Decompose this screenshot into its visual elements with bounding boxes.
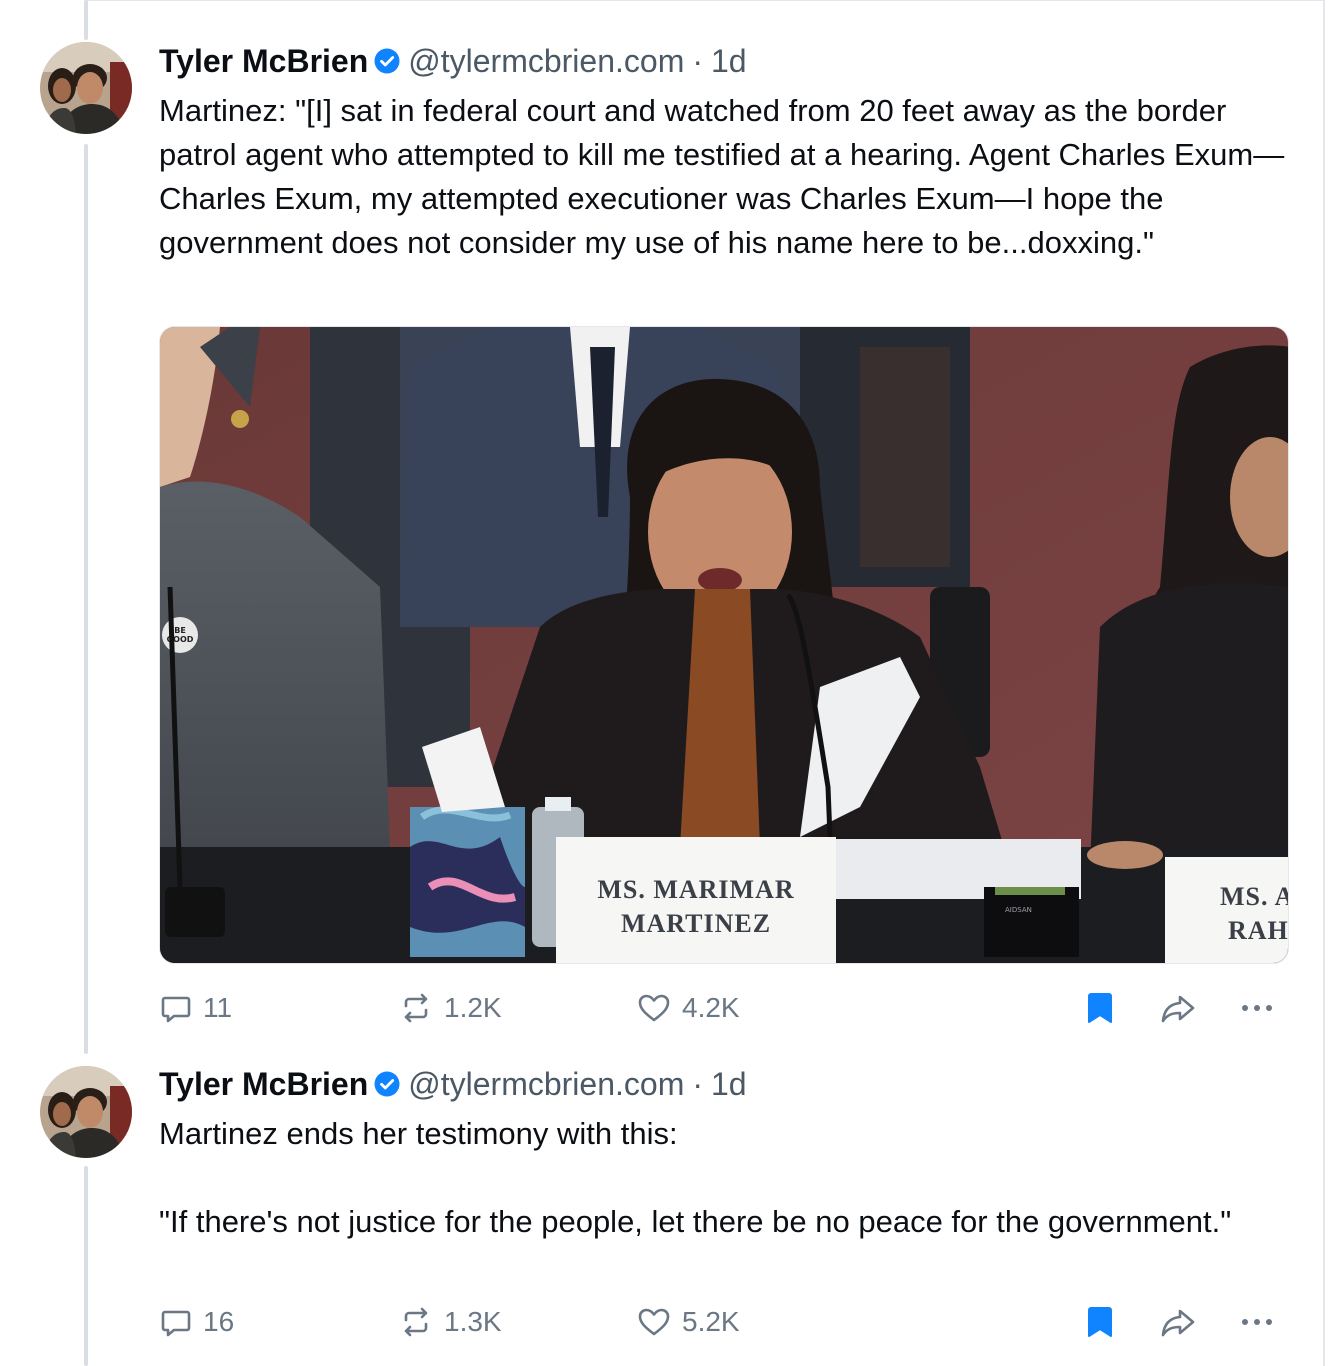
repost-icon: [404, 993, 428, 1023]
post-meta: Tyler McBrien @tylermcbrien.com · 1d: [159, 41, 747, 81]
reply-count: 11: [203, 992, 233, 1023]
bookmark-button[interactable]: [1085, 1300, 1115, 1344]
verified-icon: [374, 1071, 400, 1097]
repost-count: 1.3K: [444, 1306, 502, 1337]
author-name[interactable]: Tyler McBrien: [159, 1066, 368, 1103]
reply-count: 16: [203, 1306, 235, 1337]
like-button[interactable]: 5.2K: [636, 1300, 740, 1344]
post-time[interactable]: 1d: [711, 1066, 747, 1103]
device-label: AIDSAN: [1005, 906, 1032, 914]
post[interactable]: Tyler McBrien @tylermcbrien.com · 1d Mar…: [0, 0, 1325, 1060]
verified-icon: [374, 48, 400, 74]
post-actions: 16 1.3K 5.2K: [159, 1300, 1289, 1344]
repost-count: 1.2K: [444, 992, 502, 1023]
share-icon: [1161, 995, 1195, 1023]
placard-text: MS. MARIMAR: [597, 875, 794, 904]
post-text: Martinez ends her testimony with this: "…: [159, 1116, 1232, 1239]
placard-text: MS. A: [1220, 882, 1289, 911]
placard-text: MARTINEZ: [621, 909, 771, 938]
repost-button[interactable]: 1.3K: [398, 1300, 502, 1344]
bookmark-button[interactable]: [1085, 986, 1115, 1030]
more-icon: [1242, 1005, 1272, 1011]
reply-icon: [161, 1310, 191, 1337]
separator: ·: [692, 1065, 703, 1102]
more-icon: [1242, 1319, 1272, 1325]
share-icon: [1161, 1309, 1195, 1337]
more-button[interactable]: [1239, 1300, 1275, 1344]
post[interactable]: Tyler McBrien @tylermcbrien.com · 1d Mar…: [0, 1060, 1325, 1366]
reply-button[interactable]: 11: [159, 986, 232, 1030]
reply-icon: [161, 996, 191, 1023]
author-handle[interactable]: @tylermcbrien.com: [408, 43, 684, 80]
post-text: Martinez: "[I] sat in federal court and …: [159, 93, 1285, 260]
post-actions: 11 1.2K 4.2K: [159, 986, 1289, 1030]
like-button[interactable]: 4.2K: [636, 986, 740, 1030]
reply-button[interactable]: 16: [159, 1300, 234, 1344]
like-count: 4.2K: [682, 992, 740, 1023]
button-pin-text: BE: [174, 626, 186, 635]
like-count: 5.2K: [682, 1306, 740, 1337]
post-image[interactable]: BE GOOD MS. MARIMAR MARTINEZ AIDSAN MS. …: [159, 326, 1289, 964]
avatar[interactable]: [40, 42, 132, 134]
share-button[interactable]: [1159, 986, 1197, 1030]
more-button[interactable]: [1239, 986, 1275, 1030]
thread-view: Tyler McBrien @tylermcbrien.com · 1d Mar…: [0, 0, 1332, 1366]
avatar[interactable]: [40, 1066, 132, 1158]
repost-button[interactable]: 1.2K: [398, 986, 502, 1030]
bookmark-icon: [1088, 993, 1112, 1023]
bookmark-icon: [1088, 1307, 1112, 1337]
placard-text: RAH: [1228, 916, 1289, 945]
post-meta: Tyler McBrien @tylermcbrien.com · 1d: [159, 1064, 747, 1104]
separator: ·: [692, 42, 703, 79]
repost-icon: [404, 1307, 428, 1337]
post-time[interactable]: 1d: [711, 43, 747, 80]
like-icon: [638, 1308, 670, 1336]
author-handle[interactable]: @tylermcbrien.com: [408, 1066, 684, 1103]
share-button[interactable]: [1159, 1300, 1197, 1344]
like-icon: [638, 994, 670, 1022]
author-name[interactable]: Tyler McBrien: [159, 43, 368, 80]
